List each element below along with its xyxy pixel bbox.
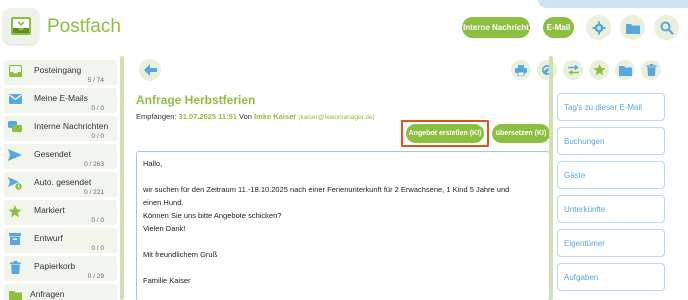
sidebar-item-label: Anfragen [30,289,65,299]
print-icon[interactable] [511,60,531,80]
sidebar-scrollbar[interactable] [120,56,124,300]
sidebar-item-markiert[interactable]: Markiert 0 / 0 [4,200,117,225]
right-panel-buchungen[interactable]: Buchungen [557,127,665,155]
sidebar-item-anfragen[interactable]: Anfragen [4,284,117,300]
body-line [143,170,543,183]
sidebar-item-label: Interne Nachrichten [34,121,109,131]
auto-send-icon [8,176,22,190]
right-panel-aufgaben[interactable]: Aufgaben [557,263,665,291]
from-label: Von [239,112,252,121]
sidebar-item-entwurf[interactable]: Entwurf 0 / 0 [4,228,117,253]
message-body[interactable]: Hallo, wir suchen für den Zeitraum 11.-1… [136,151,550,300]
trash-icon [8,260,22,274]
star-icon[interactable] [589,60,609,80]
sidebar-item-label: Entwurf [34,233,63,243]
email-button[interactable]: E-Mail [543,17,574,38]
sidebar-item-count: 0 / 29 [87,273,104,280]
draft-icon [8,232,22,246]
received-date: 31.07.2025 11:51 [178,112,237,121]
right-panel-gaeste[interactable]: Gäste [557,161,665,189]
folder-icon[interactable] [620,15,645,40]
main-scrollbar[interactable] [549,56,553,300]
create-offer-button[interactable]: Angebot erstellen (KI) [406,124,484,143]
body-line: Mit freundlichem Gruß [143,250,218,259]
app-title: Postfach [47,16,121,37]
body-line: Familie Kaiser [143,276,191,285]
body-line [143,235,543,248]
sidebar-item-interne-nachrichten[interactable]: Interne Nachrichten 0 / 0 [4,116,117,141]
mail-icon [8,92,22,106]
chat-icon [8,120,22,134]
sidebar-item-label: Markiert [34,205,65,215]
sidebar-item-papierkorb[interactable]: Papierkorb 0 / 29 [4,256,117,281]
sidebar-item-gesendet[interactable]: Gesendet 0 / 263 [4,144,117,169]
sidebar-item-count: 0 / 221 [84,189,104,196]
sender-email[interactable]: (kaiser@fewomanager.de) [298,114,374,121]
translate-button[interactable]: übersetzen (KI) [492,124,550,143]
body-line: Vielen Dank! [143,224,186,233]
received-info: Empfangen: 31.07.2025 11:51 Von Imke Kai… [136,112,375,121]
postfach-logo-icon[interactable] [3,8,39,44]
sidebar-item-auto-gesendet[interactable]: Auto. gesendet 0 / 221 [4,172,117,197]
received-label: Empfangen: [136,112,177,121]
inbox-icon [8,64,22,78]
sidebar-item-label: Auto. gesendet [34,177,92,187]
sidebar-item-count: 5 / 74 [87,77,104,84]
body-line: Hallo, [143,159,163,168]
back-arrow-icon[interactable] [139,59,161,81]
sender-name[interactable]: Imke Kaiser [254,112,296,121]
message-view: Anfrage Herbstferien Empfangen: 31.07.20… [133,56,661,300]
right-panel-eigentuemer[interactable]: Eigentümer [557,229,665,257]
body-line: einen Hund. [143,198,184,207]
sidebar-item-meine-emails[interactable]: Meine E-Mails 0 / 0 [4,88,117,113]
refresh-icon[interactable] [537,60,557,80]
send-icon [8,148,22,162]
header: Postfach Interne Nachricht E-Mail [0,0,688,52]
sidebar-item-count: 0 / 0 [91,217,104,224]
sidebar-item-posteingang[interactable]: Posteingang 5 / 74 [4,60,117,85]
body-line [143,261,543,274]
message-subject: Anfrage Herbstferien [136,93,256,107]
header-decoration [538,0,688,8]
sidebar-item-label: Gesendet [34,149,71,159]
forward-icon[interactable] [563,60,583,80]
sidebar-item-count: 0 / 0 [91,245,104,252]
body-line: wir suchen für den Zeitraum 11.-18.10.20… [143,185,510,194]
folder-icon [8,288,22,300]
sidebar-item-label: Papierkorb [34,261,76,271]
sidebar-item-label: Posteingang [34,65,82,75]
sidebar-item-count: 0 / 0 [91,133,104,140]
right-panel-unterkuenfte[interactable]: Unterkünfte [557,195,665,223]
right-panel-tags[interactable]: Tag's zu dieser E-Mail [557,93,665,121]
internal-message-button[interactable]: Interne Nachricht [462,17,530,38]
sidebar: Posteingang 5 / 74 Meine E-Mails 0 / 0 I… [0,56,122,300]
trash-icon[interactable] [641,60,661,80]
gear-icon[interactable] [586,15,611,40]
sidebar-item-count: 0 / 263 [84,161,104,168]
sidebar-item-count: 0 / 0 [91,105,104,112]
search-icon[interactable] [654,15,679,40]
star-icon [8,204,22,218]
sidebar-item-label: Meine E-Mails [34,93,88,103]
folder-icon[interactable] [615,60,635,80]
body-line: Können Sie uns bitte Angebote schicken? [143,211,282,220]
